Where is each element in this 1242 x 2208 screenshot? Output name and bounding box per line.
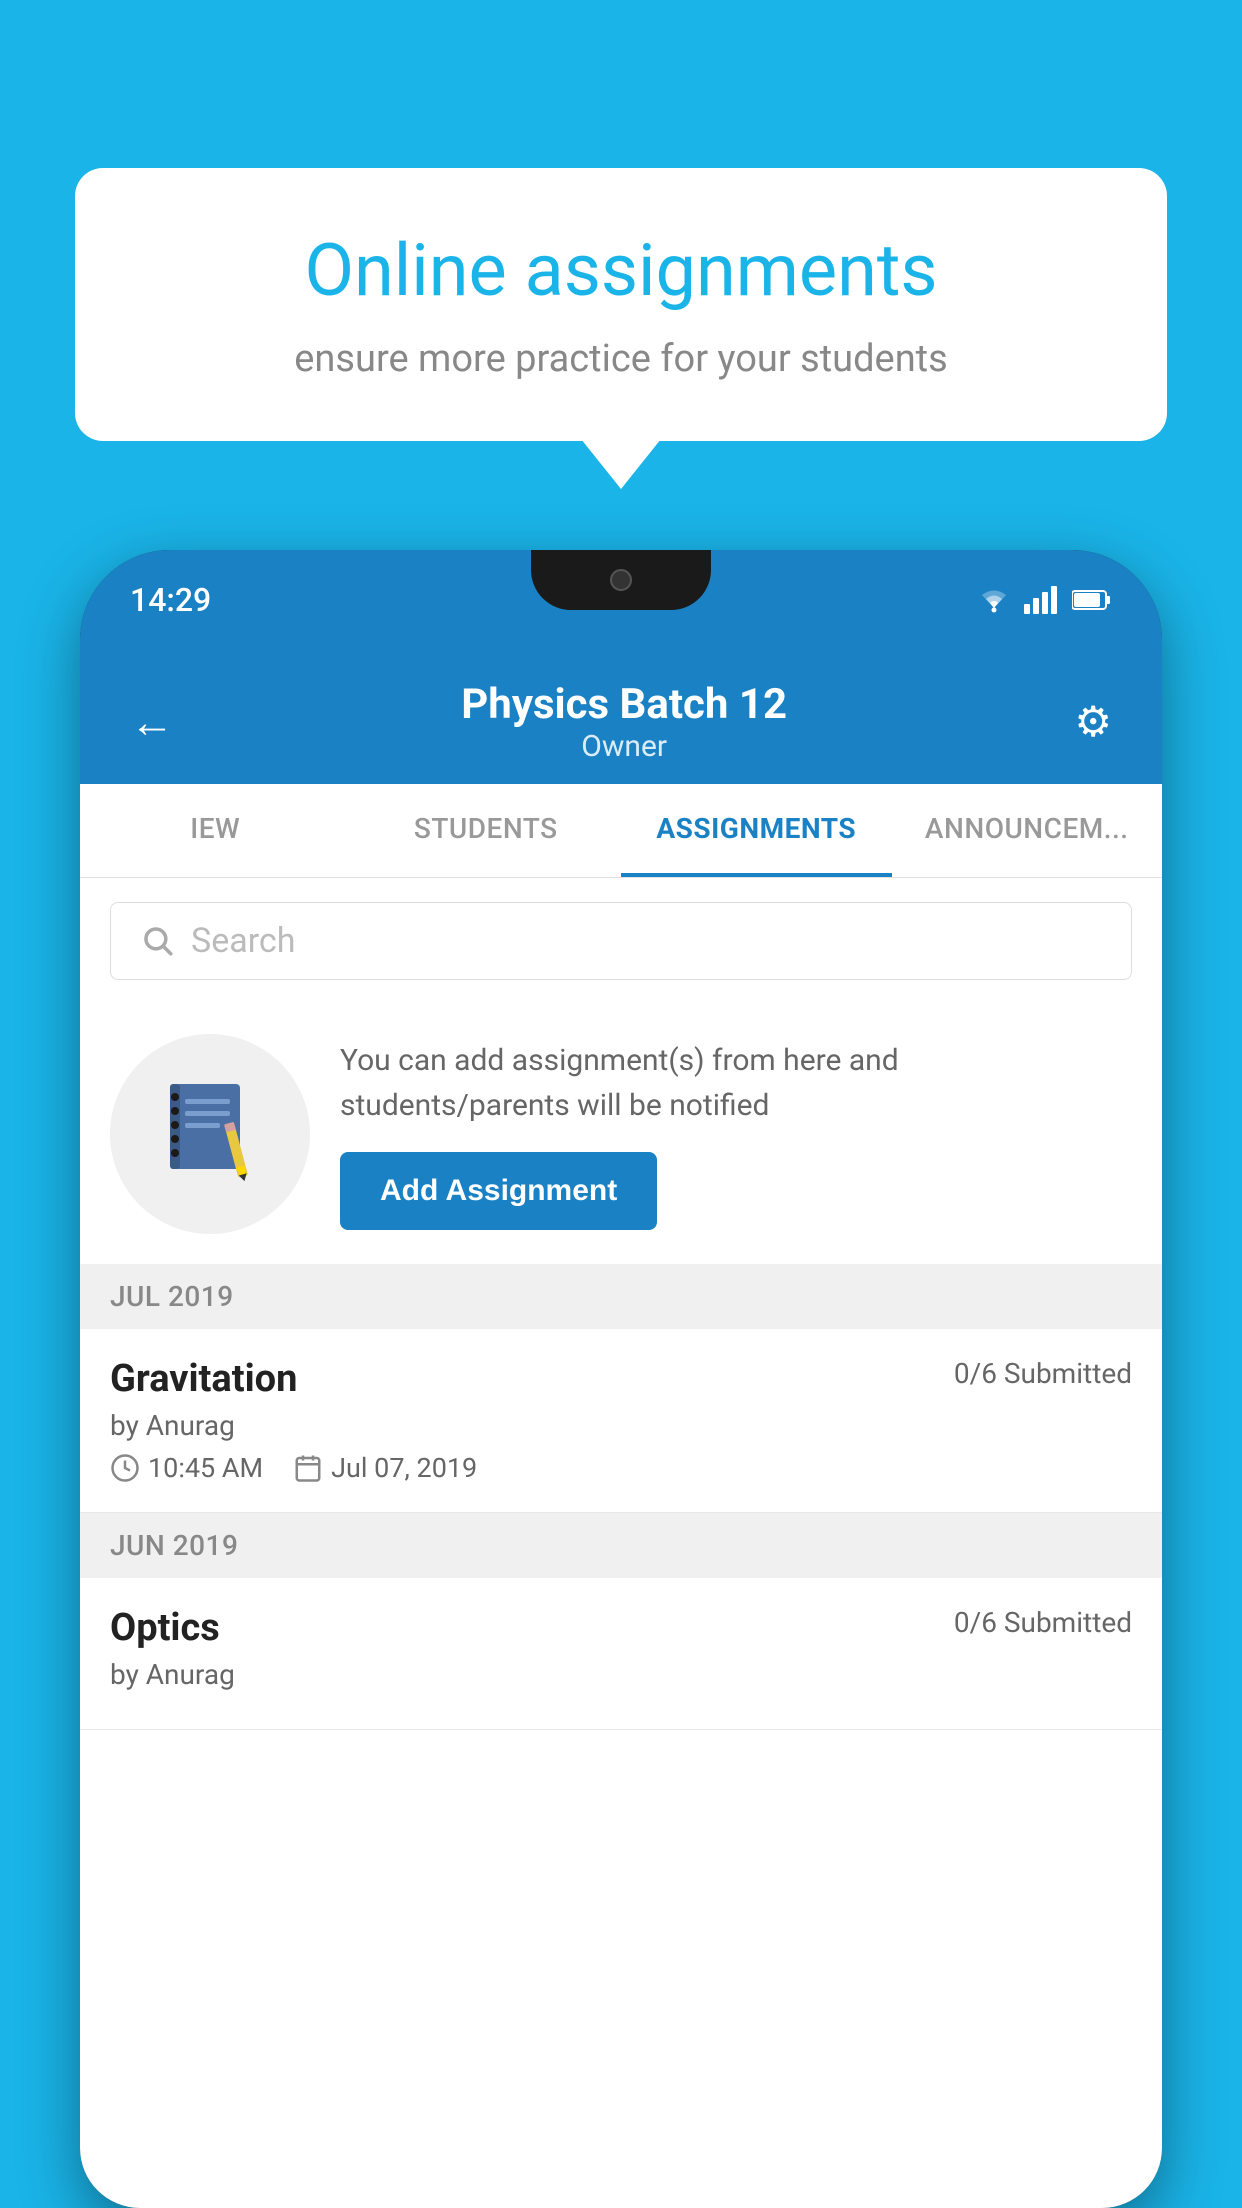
section-jun-2019: JUN 2019 [80, 1513, 1162, 1578]
assignment-title-optics: Optics [110, 1606, 220, 1650]
notch [531, 550, 711, 610]
status-bar: 14:29 [80, 550, 1162, 650]
header-title-area: Physics Batch 12 Owner [461, 680, 787, 764]
speech-bubble-title: Online assignments [155, 228, 1087, 313]
status-icons [976, 586, 1112, 614]
phone-frame: 14:29 [80, 550, 1162, 2208]
search-icon [141, 924, 175, 958]
promo-icon-circle [110, 1034, 310, 1234]
search-input-placeholder: Search [191, 921, 295, 961]
clock-icon [110, 1453, 140, 1483]
assignment-author: by Anurag [110, 1409, 1132, 1442]
header-title: Physics Batch 12 [461, 680, 787, 729]
signal-icon [1024, 586, 1060, 614]
assignment-top-row-optics: Optics 0/6 Submitted [110, 1606, 1132, 1650]
assignment-time: 10:45 AM [148, 1452, 263, 1484]
speech-bubble: Online assignments ensure more practice … [75, 168, 1167, 441]
speech-bubble-subtitle: ensure more practice for your students [155, 337, 1087, 381]
search-bar[interactable]: Search [110, 902, 1132, 980]
settings-icon[interactable]: ⚙ [1074, 697, 1112, 747]
meta-date: Jul 07, 2019 [293, 1452, 477, 1484]
search-container: Search [80, 878, 1162, 1004]
content-area: Search [80, 878, 1162, 2208]
add-assignment-button[interactable]: Add Assignment [340, 1152, 657, 1230]
tab-assignments[interactable]: ASSIGNMENTS [621, 784, 892, 877]
assignment-status: 0/6 Submitted [954, 1357, 1132, 1390]
camera [610, 569, 632, 591]
assignment-item-gravitation[interactable]: Gravitation 0/6 Submitted by Anurag 10:4… [80, 1329, 1162, 1513]
wifi-icon [976, 586, 1012, 614]
promo-text-area: You can add assignment(s) from here and … [340, 1038, 1132, 1230]
phone-content: ← Physics Batch 12 Owner ⚙ IEW STUDENTS … [80, 650, 1162, 2208]
app-header: ← Physics Batch 12 Owner ⚙ [80, 650, 1162, 784]
tab-students[interactable]: STUDENTS [351, 784, 622, 877]
tab-iew[interactable]: IEW [80, 784, 351, 877]
speech-bubble-pointer [581, 439, 661, 489]
assignment-author-optics: by Anurag [110, 1658, 1132, 1691]
assignment-item-optics[interactable]: Optics 0/6 Submitted by Anurag [80, 1578, 1162, 1730]
header-subtitle: Owner [461, 729, 787, 764]
assignment-title: Gravitation [110, 1357, 297, 1401]
battery-icon [1072, 589, 1112, 611]
promo-description: You can add assignment(s) from here and … [340, 1038, 1132, 1128]
tab-bar: IEW STUDENTS ASSIGNMENTS ANNOUNCEM... [80, 784, 1162, 878]
assignment-status-optics: 0/6 Submitted [954, 1606, 1132, 1639]
calendar-icon [293, 1453, 323, 1483]
speech-bubble-container: Online assignments ensure more practice … [75, 168, 1167, 489]
assignment-date: Jul 07, 2019 [331, 1452, 477, 1484]
promo-section: You can add assignment(s) from here and … [80, 1004, 1162, 1264]
back-button[interactable]: ← [130, 696, 174, 748]
assignment-meta: 10:45 AM Jul 07, 2019 [110, 1452, 1132, 1484]
meta-time: 10:45 AM [110, 1452, 263, 1484]
notebook-icon [160, 1079, 260, 1189]
assignment-top-row: Gravitation 0/6 Submitted [110, 1357, 1132, 1401]
section-jul-2019: JUL 2019 [80, 1264, 1162, 1329]
tab-announcements[interactable]: ANNOUNCEM... [892, 784, 1163, 877]
status-time: 14:29 [130, 581, 211, 619]
